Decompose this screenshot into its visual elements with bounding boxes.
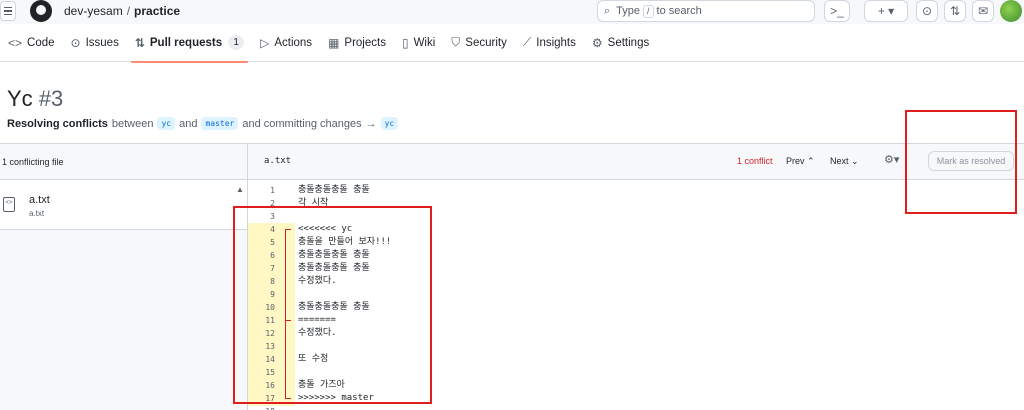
pr-number: #3 [38,86,64,111]
search-icon: ⌕ [604,4,611,17]
code-line[interactable]: 18 [248,405,1024,410]
tab-issues[interactable]: ⊙ Issues [63,24,127,62]
breadcrumb: dev-yesam / practice [64,4,180,18]
owner-link[interactable]: dev-yesam [64,4,123,18]
github-logo-icon[interactable] [30,0,52,22]
gear-icon: ⚙ [591,35,603,50]
global-header: dev-yesam / practice ⌕ Type / to search >_… [0,0,1024,24]
repo-link[interactable]: practice [134,4,180,18]
prev-conflict-button[interactable]: Prev ⌃ [786,156,815,167]
annotation-box-resolve [905,110,1017,214]
book-icon: ▯ [401,35,409,50]
list-item[interactable]: <> a.txt a.txt ▲ [0,180,247,230]
issue-opened-icon: ⊙ [70,35,81,50]
head-branch-label[interactable]: yc [157,117,176,130]
plus-icon: + ▾ [877,4,895,18]
git-pull-request-icon: ⇅ [134,35,145,50]
tab-code[interactable]: <> Code [0,24,63,62]
pr-subtitle: Resolving conflicts between yc and maste… [7,117,399,130]
breadcrumb-separator: / [126,4,131,18]
avatar[interactable] [1000,0,1022,22]
tab-projects[interactable]: ▦ Projects [320,24,394,62]
pr-count-badge: 1 [228,35,245,50]
tab-security[interactable]: ⛉ Security [443,24,515,62]
target-branch-label[interactable]: yc [380,117,399,130]
pull-requests-button[interactable]: ⇅ [944,0,966,22]
git-pull-request-icon: ⇅ [949,4,961,18]
tab-pull-requests[interactable]: ⇅ Pull requests 1 [127,24,252,63]
base-branch-label[interactable]: master [201,117,239,130]
repo-nav: <> Code ⊙ Issues ⇅ Pull requests 1 ▷ Actions … [0,24,1024,63]
line-text: 충돌충돌충돌 충돌 [298,185,370,195]
search-input[interactable]: ⌕ Type / to search [597,0,815,22]
search-shortcut-key: / [643,4,654,18]
caret-up-icon[interactable]: ▲ [236,185,244,194]
line-number: 1 [270,186,275,195]
conflict-count: 1 conflict [737,156,773,166]
arrow-right-icon: → [365,117,377,130]
pr-title-text: Yc [7,86,33,111]
code-icon: <> [8,35,23,50]
command-palette-button[interactable]: >_ [824,0,850,22]
conflict-editor: 1 conflicting file <> a.txt a.txt ▲ a.tx… [0,143,1024,410]
graph-icon: ⟋ [522,35,532,49]
table-icon: ▦ [328,35,340,50]
file-code-icon: <> [3,197,15,212]
tab-actions[interactable]: ▷ Actions [252,24,320,62]
editor-filename: a.txt [264,156,292,166]
next-conflict-button[interactable]: Next ⌄ [830,156,859,167]
issues-button[interactable]: ⊙ [916,0,938,22]
play-icon: ▷ [260,35,270,50]
menu-button[interactable] [0,1,16,21]
conflicting-files-header: 1 conflicting file [0,144,247,180]
conflicting-files-sidebar: 1 conflicting file <> a.txt a.txt ▲ [0,144,248,410]
terminal-icon: >_ [830,4,844,18]
tab-insights[interactable]: ⟋ Insights [515,24,584,62]
gear-icon[interactable]: ⚙▾ [884,153,899,166]
file-name: a.txt [29,194,50,206]
page-title: Yc #3 [7,86,63,112]
create-new-button[interactable]: + ▾ [864,0,908,22]
shield-icon: ⛉ [451,35,461,49]
inbox-button[interactable]: ✉ [972,0,994,22]
line-number: 18 [248,405,275,410]
annotation-box-conflict [233,206,432,404]
tab-wiki[interactable]: ▯ Wiki [394,24,443,62]
tab-settings[interactable]: ⚙ Settings [584,24,657,62]
issue-opened-icon: ⊙ [921,4,933,18]
file-path: a.txt [29,209,45,218]
inbox-icon: ✉ [977,4,989,18]
